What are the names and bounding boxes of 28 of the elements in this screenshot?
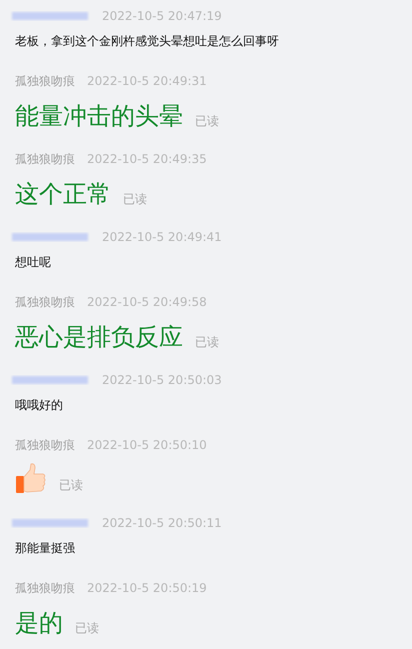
message-time: 2022-10-5 20:47:19 [102,9,222,23]
thumbs-up-icon [15,462,47,494]
message-time: 2022-10-5 20:49:41 [102,230,222,244]
message-time: 2022-10-5 20:50:03 [102,373,222,387]
message-text: 想吐呢 [15,254,52,271]
message-text: 这个正常 [15,179,111,210]
read-status: 已读 [123,191,147,208]
read-status: 已读 [59,477,83,494]
read-status: 已读 [195,113,219,130]
sender-name: 孤独狼吻痕 [15,436,75,454]
message-time: 2022-10-5 20:49:31 [87,74,207,88]
sender-name: 孤独狼吻痕 [15,150,75,168]
read-status: 已读 [195,334,219,351]
message-text: 老板，拿到这个金刚杵感觉头晕想吐是怎么回事呀 [15,33,280,50]
message-text: 那能量挺强 [15,540,76,557]
message-text: 恶心是排负反应 [15,322,183,353]
sender-name: 孤独狼吻痕 [15,72,75,90]
message-time: 2022-10-5 20:50:10 [87,438,207,452]
message-text: 能量冲击的头晕 [15,101,183,132]
message-time: 2022-10-5 20:50:11 [102,516,222,530]
sender-name: 孤独狼吻痕 [15,294,75,310]
message-time: 2022-10-5 20:49:35 [87,152,207,166]
message-text: 是的 [15,608,63,639]
message-time: 2022-10-5 20:49:58 [87,295,207,309]
sender-name: 孤独狼吻痕 [15,580,75,596]
message-time: 2022-10-5 20:50:19 [87,581,207,595]
message-text: 哦哦好的 [15,397,64,414]
read-status: 已读 [75,620,99,637]
